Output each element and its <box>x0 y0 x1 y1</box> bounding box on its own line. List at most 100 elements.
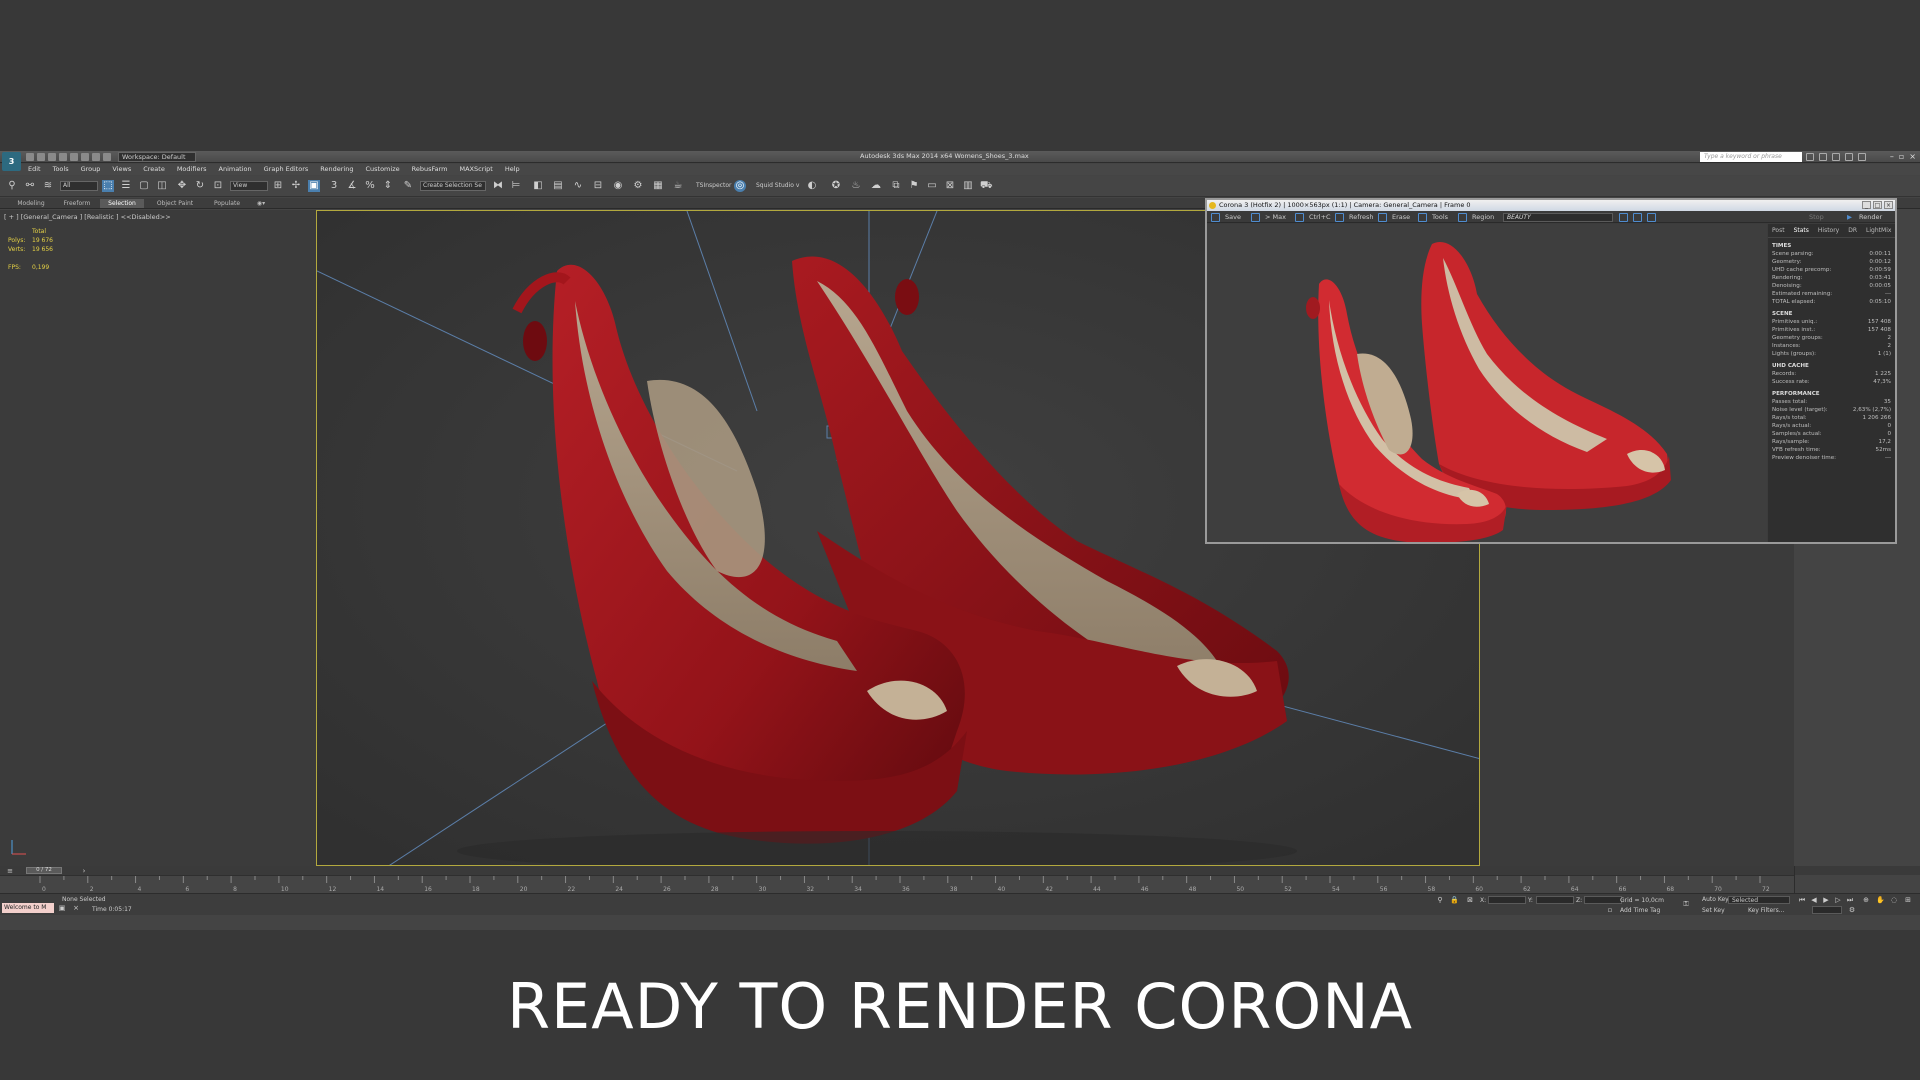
select-manipulate-icon[interactable]: ✢ <box>290 180 302 192</box>
add-time-tag-button[interactable]: Add Time Tag <box>1620 907 1660 914</box>
selection-lock-icon[interactable]: 🔒 <box>1450 896 1459 904</box>
pivot-center-icon[interactable]: ⊞ <box>272 180 284 192</box>
viewport-label[interactable]: [ + ] [General_Camera ] [Realistic ] <<D… <box>4 213 171 221</box>
vfb-maximize-icon[interactable]: □ <box>1873 201 1882 209</box>
menu-create[interactable]: Create <box>143 164 165 175</box>
undo-icon[interactable] <box>59 153 67 161</box>
x-coordinate-input[interactable] <box>1488 896 1526 904</box>
tab-dr[interactable]: DR <box>1848 227 1857 234</box>
vfb-stop-button[interactable]: Stop <box>1809 213 1824 222</box>
tab-history[interactable]: History <box>1818 227 1839 234</box>
tab-freeform[interactable]: Freeform <box>54 199 100 208</box>
next-frame-icon[interactable]: › <box>80 867 88 875</box>
open-file-icon[interactable] <box>37 153 45 161</box>
reference-coordinate-dropdown[interactable]: View <box>230 181 268 191</box>
tools-icon[interactable] <box>1418 213 1427 222</box>
script-icon[interactable]: ⚑ <box>908 180 920 192</box>
tab-lightmix[interactable]: LightMix <box>1866 227 1891 234</box>
erase-icon[interactable] <box>1378 213 1387 222</box>
vfb-render-canvas[interactable] <box>1207 224 1767 542</box>
vfb-erase-button[interactable]: Erase <box>1392 213 1410 222</box>
zoom-icon[interactable]: ⊕ <box>1862 896 1870 904</box>
orbit-icon[interactable]: ◌ <box>1890 896 1898 904</box>
auto-key-button[interactable]: Auto Key <box>1702 896 1729 903</box>
menu-graph-editors[interactable]: Graph Editors <box>264 164 309 175</box>
menu-edit[interactable]: Edit <box>28 164 41 175</box>
favorites-icon[interactable] <box>1845 153 1853 161</box>
select-by-name-icon[interactable]: ☰ <box>120 180 132 192</box>
hold-icon[interactable] <box>92 153 100 161</box>
zoom-fit-icon[interactable] <box>1647 213 1656 222</box>
key-icon[interactable]: ⚿ <box>1682 900 1690 908</box>
tab-selection[interactable]: Selection <box>100 199 144 208</box>
rendered-frame-window-icon[interactable]: ▦ <box>652 180 664 192</box>
align-icon[interactable]: ⊨ <box>510 180 522 192</box>
curve-editor-icon[interactable]: ∿ <box>572 180 584 192</box>
vfb-region-button[interactable]: Region <box>1472 213 1494 222</box>
menu-rebusfarm[interactable]: RebusFarm <box>412 164 448 175</box>
go-to-end-icon[interactable]: ⏭ <box>1846 896 1854 904</box>
cloud-render-icon[interactable]: ☁ <box>870 180 882 192</box>
menu-views[interactable]: Views <box>112 164 131 175</box>
close-icon[interactable]: × <box>1909 152 1916 161</box>
shop-icon[interactable]: ⛟ <box>980 180 993 192</box>
menu-animation[interactable]: Animation <box>219 164 252 175</box>
vfb-copy-button[interactable]: Ctrl+C <box>1309 213 1331 222</box>
ribbon-options-icon[interactable]: ◉▾ <box>254 199 268 208</box>
tab-post[interactable]: Post <box>1772 227 1785 234</box>
asset-icon[interactable]: ⊠ <box>944 180 956 192</box>
search-icon[interactable] <box>1806 153 1814 161</box>
edit-named-selection-icon[interactable]: ✎ <box>402 180 414 192</box>
vfb-close-icon[interactable]: × <box>1884 201 1893 209</box>
menu-group[interactable]: Group <box>81 164 101 175</box>
mini-curve-editor-icon[interactable]: ≡ <box>6 867 14 875</box>
send-to-max-icon[interactable] <box>1251 213 1260 222</box>
rectangular-selection-icon[interactable]: ▢ <box>138 180 150 192</box>
folder-icon[interactable]: ▭ <box>926 180 938 192</box>
pan-icon[interactable]: ✋ <box>1876 896 1885 904</box>
next-frame-button-icon[interactable]: ▷ <box>1834 896 1842 904</box>
menu-help[interactable]: Help <box>505 164 520 175</box>
graphite-ribbon-icon[interactable]: ▤ <box>552 180 564 192</box>
rebus-icon[interactable]: ✪ <box>830 180 842 192</box>
batch-render-icon[interactable]: ⧉ <box>890 180 902 192</box>
refresh-icon[interactable] <box>1335 213 1344 222</box>
listener-icon[interactable]: ▣ <box>58 904 66 912</box>
unlink-icon[interactable]: ⚯ <box>24 180 36 192</box>
menu-rendering[interactable]: Rendering <box>320 164 353 175</box>
zoom-out-icon[interactable] <box>1633 213 1642 222</box>
tab-object-paint[interactable]: Object Paint <box>150 199 200 208</box>
spinner-snap-icon[interactable]: ⇕ <box>382 180 394 192</box>
z-coordinate-input[interactable] <box>1584 896 1622 904</box>
y-coordinate-input[interactable] <box>1536 896 1574 904</box>
material-editor-icon[interactable]: ◉ <box>612 180 624 192</box>
snaps-toggle-icon[interactable]: 3 <box>328 180 340 192</box>
go-to-start-icon[interactable]: ⏮ <box>1798 896 1806 904</box>
archive-icon[interactable]: ▥ <box>962 180 974 192</box>
squid-studio-dropdown[interactable]: Squid Studio v <box>756 182 799 189</box>
vfb-render-button[interactable]: Render <box>1859 213 1882 222</box>
select-object-icon[interactable]: ⬚ <box>102 180 114 192</box>
app-logo-icon[interactable]: 3 <box>2 152 21 171</box>
tsinspector-label[interactable]: TSInspector <box>696 182 731 189</box>
minimize-icon[interactable]: – <box>1890 152 1894 161</box>
menu-tools[interactable]: Tools <box>53 164 69 175</box>
tab-modeling[interactable]: Modeling <box>8 199 54 208</box>
project-folder-icon[interactable] <box>81 153 89 161</box>
track-bar[interactable]: 0 2 4 6 8 10 12 14 16 18 20 22 24 26 28 30 32 34 36 38 40 42 4… <box>0 875 1794 893</box>
move-icon[interactable]: ✥ <box>176 180 188 192</box>
link-icon[interactable]: ⚲ <box>6 180 18 192</box>
render-production-icon[interactable]: ☕ <box>672 180 684 192</box>
selection-filter-dropdown[interactable]: All <box>60 181 98 191</box>
maximize-viewport-icon[interactable]: ⊞ <box>1904 896 1912 904</box>
vfb-save-button[interactable]: Save <box>1225 213 1241 222</box>
restore-icon[interactable]: ▫ <box>1899 152 1904 161</box>
keyboard-shortcut-override-icon[interactable]: ▣ <box>308 180 320 192</box>
save-icon[interactable] <box>1211 213 1220 222</box>
named-selection-sets-dropdown[interactable]: Create Selection Se <box>420 181 486 191</box>
render-frame-icon[interactable]: ◐ <box>806 180 818 192</box>
new-file-icon[interactable] <box>26 153 34 161</box>
keyword-search-input[interactable]: Type a keyword or phrase <box>1700 152 1802 162</box>
set-key-button[interactable]: Set Key <box>1702 907 1725 914</box>
corona-icon[interactable]: ◎ <box>734 180 746 192</box>
